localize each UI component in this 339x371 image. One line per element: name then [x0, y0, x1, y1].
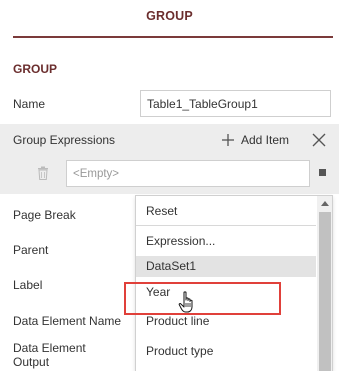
square-icon[interactable] — [319, 169, 326, 176]
dropdown-divider — [136, 225, 316, 226]
group-expression-input[interactable] — [66, 160, 310, 187]
add-item-label: Add Item — [241, 133, 290, 147]
dropdown-item-expression[interactable]: Expression... — [136, 231, 316, 252]
panel-header: GROUP — [0, 0, 339, 36]
data-element-output-label: Data Element Output — [13, 341, 86, 369]
name-input[interactable] — [140, 90, 331, 117]
parent-label: Parent — [13, 243, 49, 257]
scroll-thumb[interactable] — [319, 212, 331, 371]
dropdown-item-dataset1[interactable]: DataSet1 — [136, 256, 316, 277]
dropdown-item-reset[interactable]: Reset — [136, 201, 316, 222]
header-divider — [13, 36, 333, 38]
data-element-name-label: Data Element Name — [13, 314, 122, 328]
dropdown-scrollbar[interactable] — [317, 196, 332, 371]
panel-title: GROUP — [146, 9, 193, 23]
group-expressions-label: Group Expressions — [13, 133, 116, 147]
trash-icon[interactable] — [37, 166, 49, 180]
section-title: GROUP — [13, 62, 58, 76]
close-icon[interactable] — [312, 133, 326, 147]
add-item-button[interactable]: Add Item — [221, 129, 289, 151]
scroll-up-arrow-icon[interactable] — [321, 201, 329, 206]
plus-icon — [222, 134, 234, 146]
dropdown-item-year[interactable]: Year — [136, 282, 316, 303]
dropdown-item-product-line[interactable]: Product line — [136, 311, 316, 332]
name-label: Name — [13, 97, 46, 111]
page-break-label: Page Break — [13, 208, 76, 222]
label-label: Label — [13, 278, 43, 292]
group-expressions-panel: Group Expressions Add Item — [0, 124, 339, 194]
dropdown-menu[interactable]: Reset Expression... DataSet1 Year Produc… — [135, 195, 333, 371]
dropdown-item-product-type[interactable]: Product type — [136, 341, 316, 362]
